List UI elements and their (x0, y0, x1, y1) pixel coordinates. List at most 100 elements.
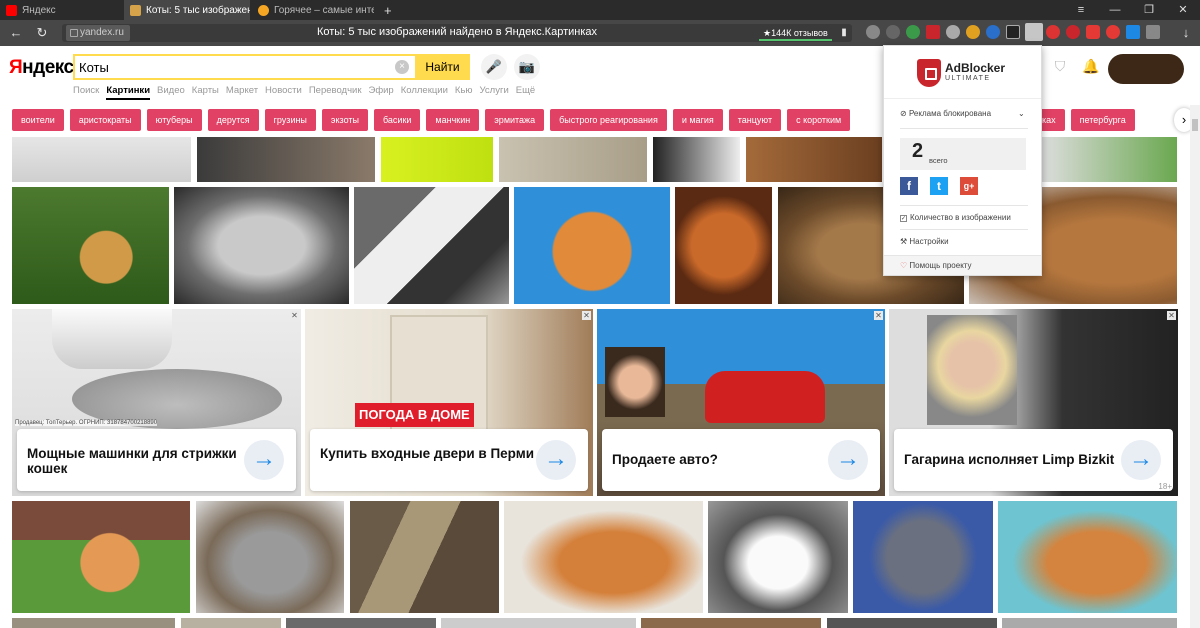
image-tile[interactable] (1042, 137, 1177, 182)
extension-icon[interactable] (1086, 25, 1100, 39)
tag-chip[interactable]: с коротким (787, 109, 851, 131)
gplus-share-icon[interactable]: g+ (960, 177, 978, 195)
image-tile[interactable] (675, 187, 772, 304)
clear-search-icon[interactable]: × (395, 60, 409, 74)
extension-icon[interactable] (1106, 25, 1120, 39)
page-scrollbar[interactable] (1190, 105, 1200, 628)
service-images[interactable]: Картинки (106, 85, 151, 100)
image-tile[interactable] (853, 501, 993, 613)
tab-hot[interactable]: Горячее – самые интересн × (252, 0, 374, 20)
service-more[interactable]: Ещё (516, 85, 535, 96)
tag-chip[interactable]: басики (373, 109, 421, 131)
ad-close-icon[interactable]: ✕ (874, 311, 883, 320)
tab-images[interactable]: Коты: 5 тыс изображен × (124, 0, 250, 20)
image-tile[interactable] (174, 187, 349, 304)
adblocker-extension-icon[interactable] (1025, 23, 1043, 41)
ad-card[interactable]: ✕ Мощные машинки для стрижки кошек → (12, 309, 301, 496)
service-maps[interactable]: Карты (192, 85, 219, 96)
protect-shield-icon[interactable]: ⛉ (1052, 58, 1068, 74)
image-tile[interactable] (12, 501, 190, 613)
image-tile[interactable] (1002, 618, 1177, 628)
image-tile[interactable] (514, 187, 670, 304)
image-tile[interactable] (653, 137, 740, 182)
option-count-row[interactable]: ✓ Количество в изображении (900, 213, 1011, 222)
ad-card[interactable]: ✕ Гагарина исполняет Limp Bizkit → 18+ (889, 309, 1178, 496)
restore-button[interactable]: ❐ (1132, 0, 1166, 20)
service-video[interactable]: Видео (157, 85, 185, 96)
tag-chip[interactable]: танцуют (728, 109, 782, 131)
service-news[interactable]: Новости (265, 85, 302, 96)
find-button[interactable]: Найти (415, 54, 470, 80)
scrollbar-thumb[interactable] (1192, 119, 1198, 131)
checkbox[interactable]: ✓ (900, 215, 907, 222)
tag-chip[interactable]: ютуберы (146, 109, 202, 131)
image-tile[interactable] (354, 187, 509, 304)
ad-arrow-icon[interactable]: → (536, 440, 576, 480)
image-tile[interactable] (441, 618, 636, 628)
service-market[interactable]: Маркет (226, 85, 258, 96)
extension-icon[interactable] (1006, 25, 1020, 39)
ad-card[interactable]: ✕ Продаете авто? → (597, 309, 885, 496)
service-search[interactable]: Поиск (73, 85, 99, 96)
image-tile[interactable] (504, 501, 703, 613)
image-tile[interactable] (381, 137, 493, 182)
image-tile[interactable] (197, 137, 375, 182)
extension-icon[interactable] (886, 25, 900, 39)
tag-chip[interactable]: аристократы (69, 109, 141, 131)
image-tile[interactable] (286, 618, 436, 628)
service-q[interactable]: Кью (455, 85, 473, 96)
voice-search-icon[interactable]: 🎤 (481, 54, 507, 80)
tag-chip[interactable]: грузины (264, 109, 316, 131)
service-uslugi[interactable]: Услуги (480, 85, 509, 96)
tag-chip[interactable]: и магия (672, 109, 723, 131)
help-row[interactable]: ♡ Помощь проекту (900, 261, 972, 270)
ad-arrow-icon[interactable]: → (1121, 440, 1161, 480)
ad-close-icon[interactable]: ✕ (290, 311, 299, 320)
service-translate[interactable]: Переводчик (309, 85, 362, 96)
bookmark-icon[interactable]: ▮ (834, 23, 854, 43)
extension-icon[interactable] (1126, 25, 1140, 39)
download-icon[interactable]: ↓ (1176, 23, 1196, 43)
block-status-row[interactable]: ⊘ Реклама блокирована ⌄ (900, 109, 1025, 118)
extension-icon[interactable] (966, 25, 980, 39)
extension-icon[interactable] (986, 25, 1000, 39)
ad-close-icon[interactable]: ✕ (1167, 311, 1176, 320)
tag-chip[interactable]: быстрого реагирования (550, 109, 667, 131)
ad-arrow-icon[interactable]: → (244, 440, 284, 480)
avatar[interactable] (1108, 54, 1184, 84)
settings-row[interactable]: ⚒ Настройки (900, 237, 949, 246)
tag-chip[interactable]: петербурга (1070, 109, 1135, 131)
image-tile[interactable] (350, 501, 499, 613)
extension-icon[interactable] (946, 25, 960, 39)
extension-icon[interactable] (926, 25, 940, 39)
image-tile[interactable] (12, 137, 191, 182)
back-button[interactable]: ← (6, 23, 26, 43)
reviews-badge[interactable]: ★144К отзывов (759, 25, 832, 41)
search-input[interactable] (79, 58, 389, 76)
tag-chip[interactable]: воители (12, 109, 64, 131)
image-tile[interactable] (12, 618, 175, 628)
close-window-button[interactable]: ✕ (1166, 0, 1200, 20)
service-collections[interactable]: Коллекции (401, 85, 448, 96)
facebook-share-icon[interactable]: f (900, 177, 918, 195)
extension-icon[interactable] (1146, 25, 1160, 39)
service-efir[interactable]: Эфир (368, 85, 393, 96)
minimize-button[interactable]: — (1098, 0, 1132, 20)
ad-arrow-icon[interactable]: → (828, 440, 868, 480)
image-tile[interactable] (746, 137, 882, 182)
extension-icon[interactable] (906, 25, 920, 39)
reload-button[interactable]: ↻ (32, 23, 52, 43)
image-tile[interactable] (181, 618, 281, 628)
tab-yandex[interactable]: Яндекс (0, 0, 118, 20)
url-field[interactable]: Коты: 5 тыс изображений найдено в Яндекс… (62, 24, 852, 42)
image-tile[interactable] (196, 501, 344, 613)
image-tile[interactable] (641, 618, 821, 628)
notifications-bell-icon[interactable]: 🔔 (1082, 58, 1099, 74)
tag-chip[interactable]: экзоты (321, 109, 368, 131)
tag-chip[interactable]: манчкин (426, 109, 480, 131)
image-tile[interactable] (499, 137, 647, 182)
twitter-share-icon[interactable]: t (930, 177, 948, 195)
help-footer[interactable]: ♡ Помощь проекту (884, 255, 1041, 275)
image-tile[interactable] (12, 187, 169, 304)
extension-icon[interactable] (866, 25, 880, 39)
